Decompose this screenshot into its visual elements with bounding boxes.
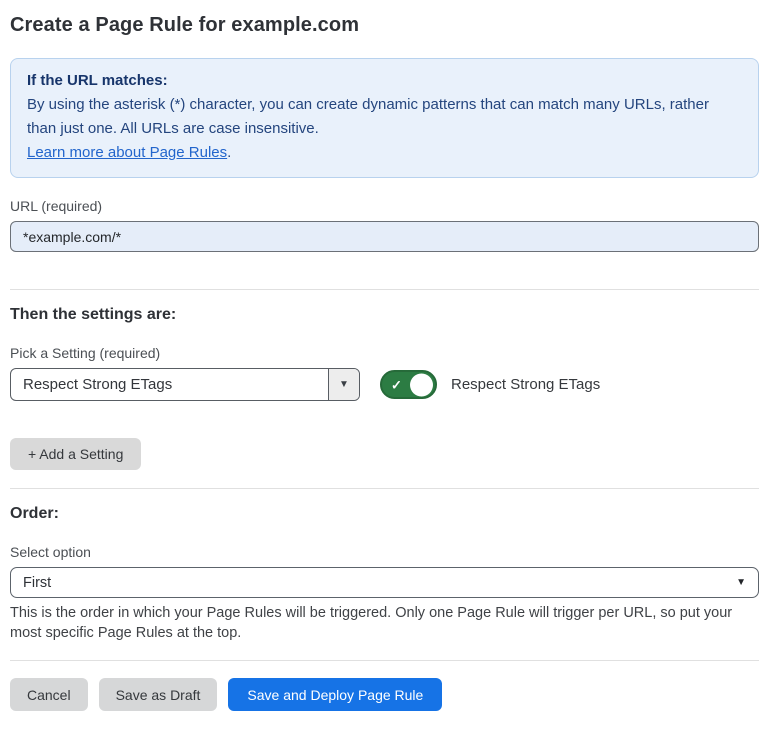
toggle-label: Respect Strong ETags (451, 376, 600, 393)
respect-strong-etags-toggle[interactable]: ✓ (380, 370, 437, 399)
divider (10, 660, 759, 661)
page-title: Create a Page Rule for example.com (10, 12, 759, 38)
setting-select-arrow-button[interactable]: ▼ (328, 369, 359, 400)
order-section-heading: Order: (10, 503, 759, 524)
checkmark-icon: ✓ (391, 378, 402, 391)
order-description: This is the order in which your Page Rul… (10, 604, 759, 643)
chevron-down-icon: ▼ (736, 577, 746, 588)
info-box-heading: If the URL matches: (27, 69, 742, 93)
url-match-info-box: If the URL matches: By using the asteris… (10, 58, 759, 178)
order-select-label: Select option (10, 543, 759, 561)
learn-more-link[interactable]: Learn more about Page Rules (27, 144, 227, 161)
order-select[interactable]: First ▼ (10, 567, 759, 598)
chevron-down-icon: ▼ (339, 379, 349, 390)
create-page-rule-form: Create a Page Rule for example.com If th… (0, 12, 769, 711)
divider (10, 488, 759, 489)
link-suffix: . (227, 144, 231, 161)
settings-section-heading: Then the settings are: (10, 304, 759, 325)
setting-select[interactable]: Respect Strong ETags ▼ (10, 368, 360, 401)
info-box-link-line: Learn more about Page Rules. (27, 141, 742, 165)
footer-actions: Cancel Save as Draft Save and Deploy Pag… (10, 678, 759, 711)
save-as-draft-button[interactable]: Save as Draft (99, 678, 218, 711)
setting-select-value: Respect Strong ETags (11, 369, 328, 400)
order-select-value: First (23, 575, 51, 591)
save-and-deploy-button[interactable]: Save and Deploy Page Rule (228, 678, 442, 711)
cancel-button[interactable]: Cancel (10, 678, 88, 711)
pick-setting-label: Pick a Setting (required) (10, 344, 759, 362)
add-setting-button[interactable]: + Add a Setting (10, 438, 141, 470)
setting-row: Respect Strong ETags ▼ ✓ Respect Strong … (10, 368, 759, 401)
url-input[interactable] (10, 221, 759, 252)
divider (10, 289, 759, 290)
toggle-knob (410, 373, 433, 396)
url-field-label: URL (required) (10, 197, 759, 215)
info-box-body: By using the asterisk (*) character, you… (27, 93, 742, 141)
